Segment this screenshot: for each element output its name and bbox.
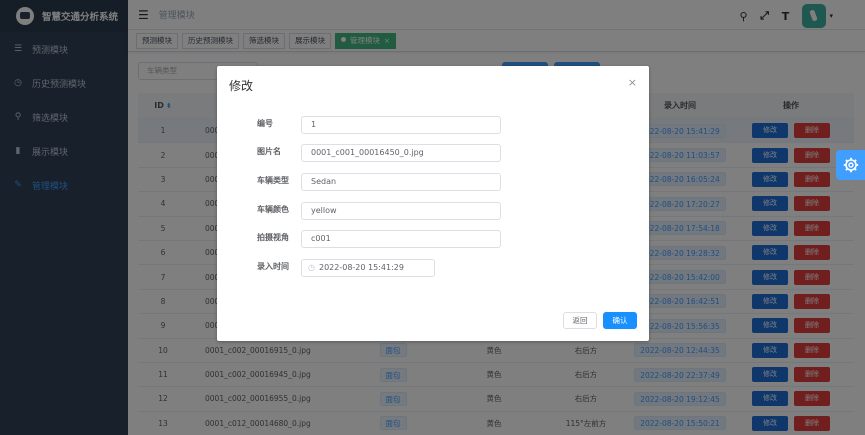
settings-button[interactable] (836, 150, 865, 180)
view-angle-field[interactable]: c001 (301, 230, 501, 248)
form-row-time: 录入时间 ◷ 2022-08-20 15:41:29 (217, 259, 649, 277)
entry-time-picker[interactable]: ◷ 2022-08-20 15:41:29 (301, 259, 435, 277)
gear-icon (843, 157, 858, 173)
form-row-color: 车辆颜色 yellow (217, 202, 649, 220)
id-field[interactable]: 1 (301, 116, 501, 134)
vehicle-color-label: 车辆颜色 (257, 205, 289, 214)
form-row-view: 拍摄视角 c001 (217, 230, 649, 248)
entry-time-label: 录入时间 (257, 262, 289, 271)
vehicle-type-label: 车辆类型 (257, 176, 289, 185)
confirm-button[interactable]: 确认 (603, 312, 637, 329)
entry-time-value: 2022-08-20 15:41:29 (318, 263, 404, 272)
dialog-title: 修改 (229, 79, 254, 93)
view-angle-label: 拍摄视角 (257, 233, 289, 242)
vehicle-color-field[interactable]: yellow (301, 202, 501, 220)
image-name-label: 图片名 (257, 147, 281, 156)
form-row-image: 图片名 0001_c001_00016450_0.jpg (217, 144, 649, 162)
vehicle-type-field[interactable]: Sedan (301, 173, 501, 191)
image-name-field[interactable]: 0001_c001_00016450_0.jpg (301, 144, 501, 162)
id-label: 编号 (257, 119, 273, 128)
close-icon[interactable]: × (628, 76, 637, 89)
edit-dialog: 修改 × 编号 1 图片名 0001_c001_00016450_0.jpg 车… (217, 66, 649, 341)
dialog-footer: 返回 确认 (563, 312, 637, 329)
back-button[interactable]: 返回 (563, 312, 597, 329)
form-row-id: 编号 1 (217, 116, 649, 134)
form-row-type: 车辆类型 Sedan (217, 173, 649, 191)
clock-icon: ◷ (308, 263, 315, 272)
